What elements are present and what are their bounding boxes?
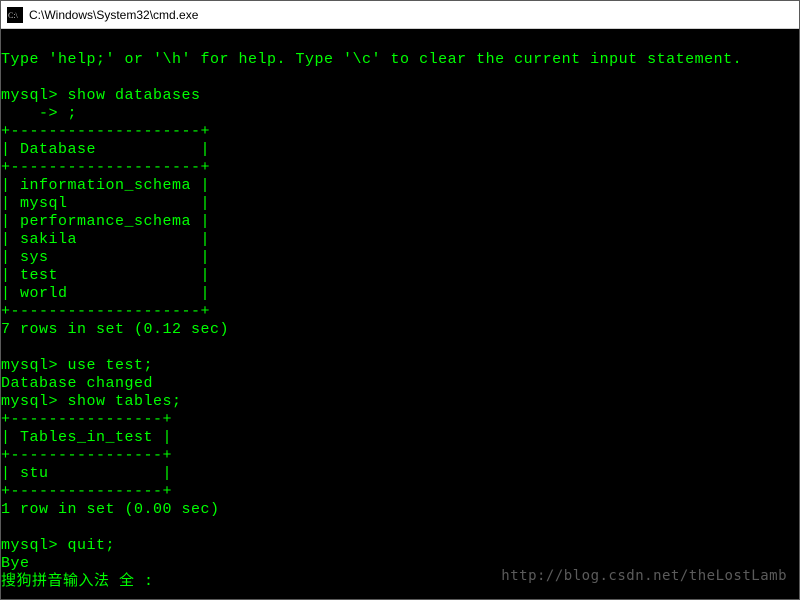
table-row: | sys | <box>1 249 210 266</box>
table-row: | mysql | <box>1 195 210 212</box>
help-line: Type 'help;' or '\h' for help. Type '\c'… <box>1 51 742 68</box>
window-title: C:\Windows\System32\cmd.exe <box>29 8 198 22</box>
result-line: 7 rows in set (0.12 sec) <box>1 321 229 338</box>
result-line: 1 row in set (0.00 sec) <box>1 501 220 518</box>
table-border: +--------------------+ <box>1 159 210 176</box>
svg-text:C:\: C:\ <box>8 11 19 20</box>
db-changed-line: Database changed <box>1 375 153 392</box>
prompt-line: mysql> use test; <box>1 357 153 374</box>
table-row: | world | <box>1 285 210 302</box>
terminal-output[interactable]: Type 'help;' or '\h' for help. Type '\c'… <box>1 29 799 599</box>
prompt-line: mysql> show tables; <box>1 393 182 410</box>
table-row: | stu | <box>1 465 172 482</box>
table-border: +--------------------+ <box>1 123 210 140</box>
watermark: http://blog.csdn.net/theLostLamb <box>501 567 787 585</box>
table-row: | sakila | <box>1 231 210 248</box>
cont-line: -> ; <box>1 105 77 122</box>
table-border: +----------------+ <box>1 411 172 428</box>
bye-line: Bye <box>1 555 30 572</box>
cmd-icon: C:\ <box>7 7 23 23</box>
table-border: +--------------------+ <box>1 303 210 320</box>
prompt-line: mysql> quit; <box>1 537 115 554</box>
table-header: | Database | <box>1 141 210 158</box>
titlebar[interactable]: C:\ C:\Windows\System32\cmd.exe <box>1 1 799 29</box>
table-row: | performance_schema | <box>1 213 210 230</box>
table-row: | test | <box>1 267 210 284</box>
prompt-line: mysql> show databases <box>1 87 201 104</box>
cmd-window: C:\ C:\Windows\System32\cmd.exe Type 'he… <box>0 0 800 600</box>
table-row: | information_schema | <box>1 177 210 194</box>
table-border: +----------------+ <box>1 483 172 500</box>
table-header: | Tables_in_test | <box>1 429 172 446</box>
ime-status: 搜狗拼音输入法 全 : <box>1 573 154 590</box>
table-border: +----------------+ <box>1 447 172 464</box>
